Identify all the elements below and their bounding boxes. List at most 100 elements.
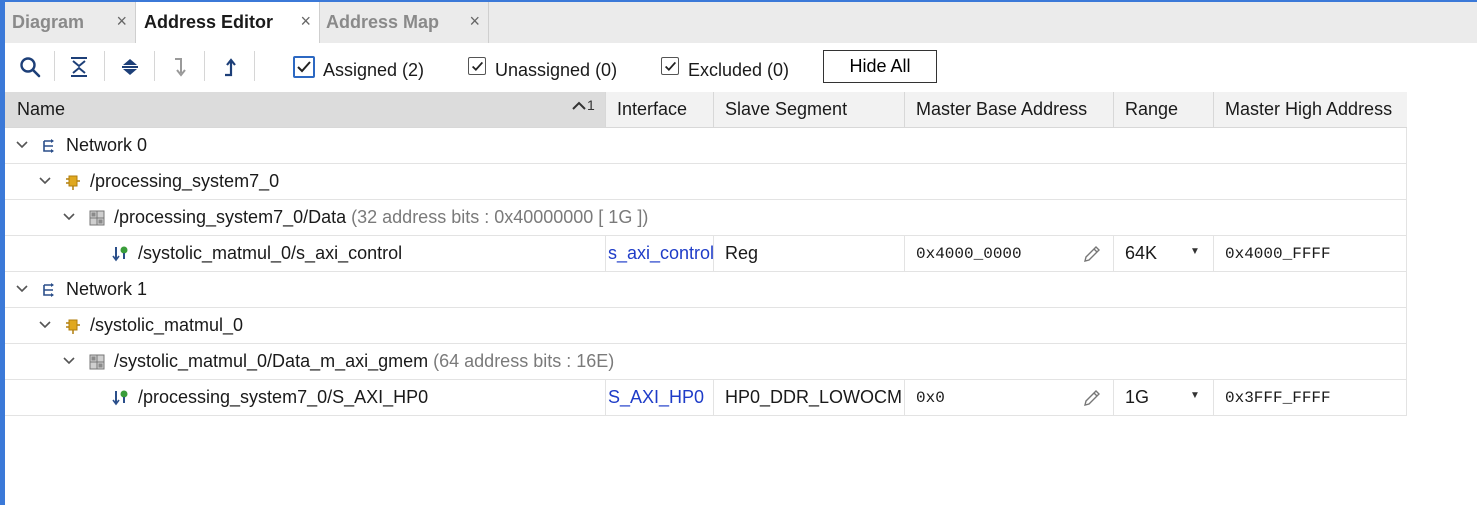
- table-row-network-0[interactable]: Network 0: [5, 128, 1407, 164]
- table-row-ip-systolic-matmul[interactable]: /systolic_matmul_0: [5, 308, 1407, 344]
- assigned-checkbox[interactable]: [293, 56, 315, 78]
- search-icon[interactable]: [18, 55, 42, 79]
- row-name: /systolic_matmul_0/Data_m_axi_gmem: [114, 351, 429, 371]
- column-divider: [713, 92, 714, 127]
- table-row-ip-processing-system7[interactable]: /processing_system7_0: [5, 164, 1407, 200]
- row-name: /processing_system7_0/Data: [114, 207, 347, 227]
- master-high-address-value: 0x3FFF_FFFF: [1225, 388, 1331, 407]
- network-icon: [43, 283, 54, 297]
- unassigned-label: Unassigned (0): [495, 60, 618, 80]
- master-base-address-value[interactable]: 0x4000_0000: [916, 236, 1022, 271]
- excluded-checkbox[interactable]: [661, 57, 679, 75]
- table-row-address-space-data[interactable]: /processing_system7_0/Data (32 address b…: [5, 200, 1407, 236]
- excluded-label: Excluded (0): [688, 60, 790, 80]
- ip-block-icon: [66, 175, 80, 190]
- address-space-icon: [89, 210, 105, 226]
- expand-all-icon[interactable]: [118, 55, 142, 79]
- range-select[interactable]: 1G: [1125, 380, 1149, 415]
- column-divider: [605, 92, 606, 127]
- step-into-icon[interactable]: [168, 55, 192, 79]
- assigned-label: Assigned (2): [323, 60, 425, 80]
- cell-divider: [1113, 380, 1114, 415]
- pencil-edit-icon[interactable]: [1082, 388, 1102, 408]
- close-icon[interactable]: ×: [469, 11, 480, 32]
- interface-link[interactable]: s_axi_control: [608, 236, 714, 271]
- cell-divider: [1213, 380, 1214, 415]
- step-out-icon[interactable]: [218, 55, 242, 79]
- name-column-header[interactable]: Name 1: [5, 92, 605, 127]
- master-base-address-column-header[interactable]: Master Base Address: [916, 92, 1087, 127]
- row-name: /processing_system7_0: [90, 171, 280, 191]
- address-space-icon: [89, 354, 105, 370]
- close-icon[interactable]: ×: [116, 11, 127, 32]
- range-column-header[interactable]: Range: [1125, 92, 1178, 127]
- table-row-network-1[interactable]: Network 1: [5, 272, 1407, 308]
- tab-label: Address Map: [326, 12, 440, 32]
- chevron-down-icon[interactable]: [15, 138, 29, 152]
- sort-order-label: 1: [587, 97, 595, 113]
- unassigned-checkbox[interactable]: [468, 57, 486, 75]
- cell-divider: [1213, 236, 1214, 271]
- chevron-down-icon[interactable]: [62, 210, 76, 224]
- chevron-down-icon[interactable]: [62, 354, 76, 368]
- toolbar-divider: [254, 51, 255, 81]
- address-segment-icon: [112, 390, 128, 406]
- tab-label: Address Editor: [144, 12, 274, 32]
- cell-divider: [904, 236, 905, 271]
- toolbar-divider: [54, 51, 55, 81]
- dropdown-arrow-icon[interactable]: ▼: [1190, 246, 1200, 257]
- cell-divider: [605, 380, 606, 415]
- row-name: /systolic_matmul_0/s_axi_control: [138, 243, 403, 263]
- table-row-segment-s-axi-hp0[interactable]: /processing_system7_0/S_AXI_HP0 S_AXI_HP…: [5, 380, 1407, 416]
- tab-address-editor[interactable]: Address Editor ×: [136, 2, 319, 43]
- name-column-label: Name: [17, 99, 66, 119]
- tab-label: Diagram: [12, 12, 85, 32]
- toolbar-divider: [204, 51, 205, 81]
- interface-link[interactable]: S_AXI_HP0: [608, 380, 704, 415]
- column-divider: [1213, 92, 1214, 127]
- master-high-address-value: 0x4000_FFFF: [1225, 244, 1331, 263]
- collapse-all-icon[interactable]: [67, 55, 91, 79]
- row-name: /systolic_matmul_0: [90, 315, 244, 335]
- master-base-address-value[interactable]: 0x0: [916, 380, 945, 415]
- row-name: Network 0: [66, 135, 148, 155]
- interface-column-header[interactable]: Interface: [617, 92, 687, 127]
- hide-all-button[interactable]: Hide All: [823, 50, 937, 83]
- tab-bar: Diagram × Address Editor × Address Map ×: [5, 2, 1477, 43]
- tab-diagram[interactable]: Diagram ×: [5, 2, 135, 43]
- dropdown-arrow-icon[interactable]: ▼: [1190, 390, 1200, 401]
- network-icon: [43, 139, 54, 153]
- slave-segment-column-header[interactable]: Slave Segment: [725, 92, 847, 127]
- chevron-down-icon[interactable]: [38, 318, 52, 332]
- tab-divider: [488, 2, 489, 43]
- address-space-hint: (64 address bits : 16E): [433, 351, 615, 371]
- slave-segment-value: Reg: [725, 243, 759, 263]
- pencil-edit-icon[interactable]: [1082, 244, 1102, 264]
- cell-divider: [605, 236, 606, 271]
- tab-address-map[interactable]: Address Map ×: [320, 2, 488, 43]
- slave-segment-value: HP0_DDR_LOWOCM: [725, 387, 903, 407]
- ip-block-icon: [66, 319, 80, 334]
- toolbar-divider: [154, 51, 155, 81]
- chevron-down-icon[interactable]: [15, 282, 29, 296]
- row-name: /processing_system7_0/S_AXI_HP0: [138, 387, 429, 407]
- cell-divider: [713, 236, 714, 271]
- column-divider: [1113, 92, 1114, 127]
- cell-divider: [1113, 236, 1114, 271]
- toolbar: Assigned (2) Unassigned (0) Excluded (0)…: [5, 43, 1477, 92]
- range-select[interactable]: 64K: [1125, 236, 1157, 271]
- cell-divider: [713, 380, 714, 415]
- chevron-down-icon[interactable]: [38, 174, 52, 188]
- table-right-border: [1406, 128, 1407, 416]
- table-row-segment-s-axi-control[interactable]: /systolic_matmul_0/s_axi_control s_axi_c…: [5, 236, 1407, 272]
- cell-divider: [904, 380, 905, 415]
- address-space-hint: (32 address bits : 0x40000000 [ 1G ]): [351, 207, 649, 227]
- close-icon[interactable]: ×: [300, 11, 311, 32]
- toolbar-divider: [104, 51, 105, 81]
- row-name: Network 1: [66, 279, 148, 299]
- column-divider: [904, 92, 905, 127]
- master-high-address-column-header[interactable]: Master High Address: [1225, 92, 1392, 127]
- table-header: Name 1 Interface Slave Segment Master Ba…: [5, 92, 1407, 128]
- sort-ascending-icon: 1: [571, 97, 595, 113]
- table-row-address-space-gmem[interactable]: /systolic_matmul_0/Data_m_axi_gmem (64 a…: [5, 344, 1407, 380]
